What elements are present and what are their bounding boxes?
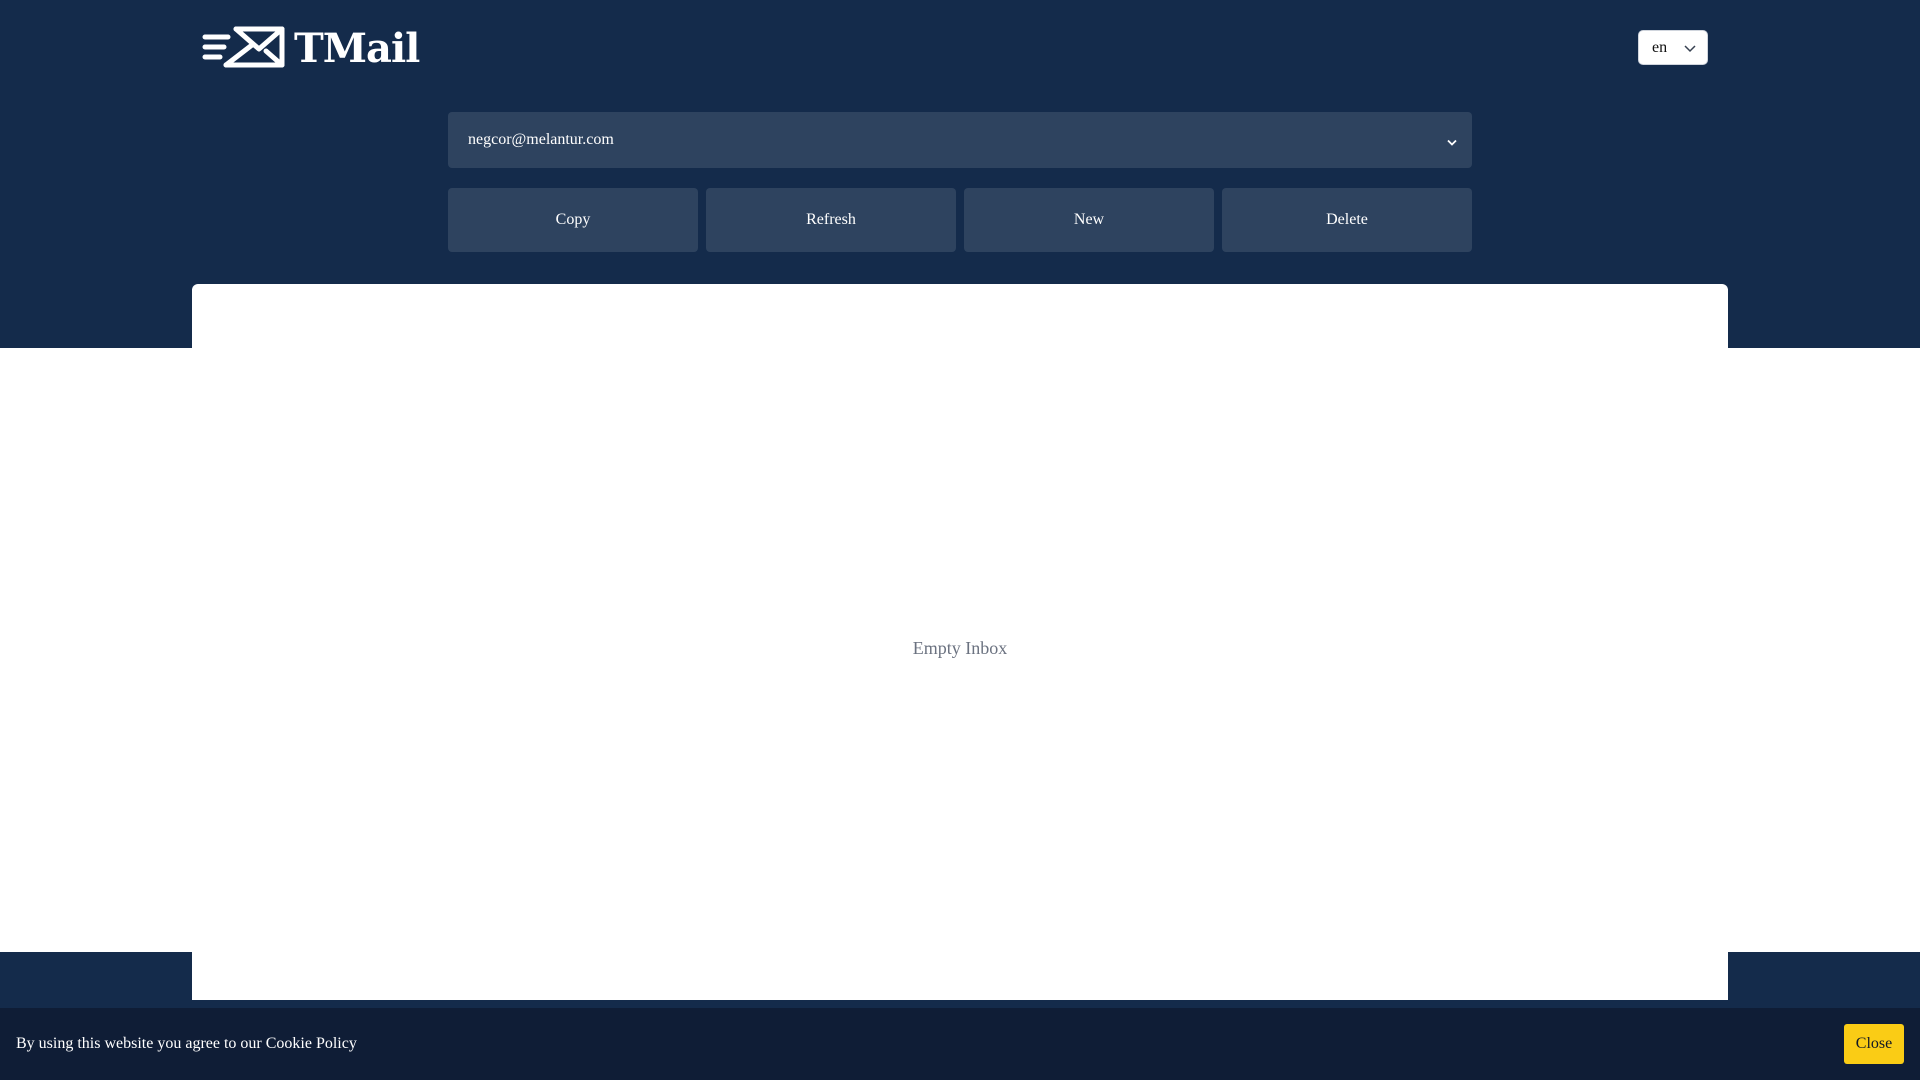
brand-name: TMail xyxy=(294,25,420,72)
inbox-panel: Empty Inbox xyxy=(192,284,1728,1000)
language-select[interactable]: en xyxy=(1638,30,1708,65)
email-address: negcor@melantur.com xyxy=(468,131,614,148)
email-address-select[interactable]: negcor@melantur.com xyxy=(448,112,1472,168)
delete-button[interactable]: Delete xyxy=(1222,188,1472,252)
cookie-close-button[interactable]: Close xyxy=(1844,1024,1904,1064)
refresh-button[interactable]: Refresh xyxy=(706,188,956,252)
cookie-banner-text: By using this website you agree to our C… xyxy=(16,1035,357,1052)
mail-fast-icon xyxy=(202,25,286,74)
empty-inbox-message: Empty Inbox xyxy=(912,638,1008,658)
cookie-banner: By using this website you agree to our C… xyxy=(0,1008,1920,1080)
language-value: en xyxy=(1652,38,1668,56)
chevron-down-icon xyxy=(1683,42,1697,60)
chevron-down-icon xyxy=(1446,135,1458,153)
copy-button[interactable]: Copy xyxy=(448,188,698,252)
new-button[interactable]: New xyxy=(964,188,1214,252)
brand-logo[interactable]: TMail xyxy=(202,24,420,74)
